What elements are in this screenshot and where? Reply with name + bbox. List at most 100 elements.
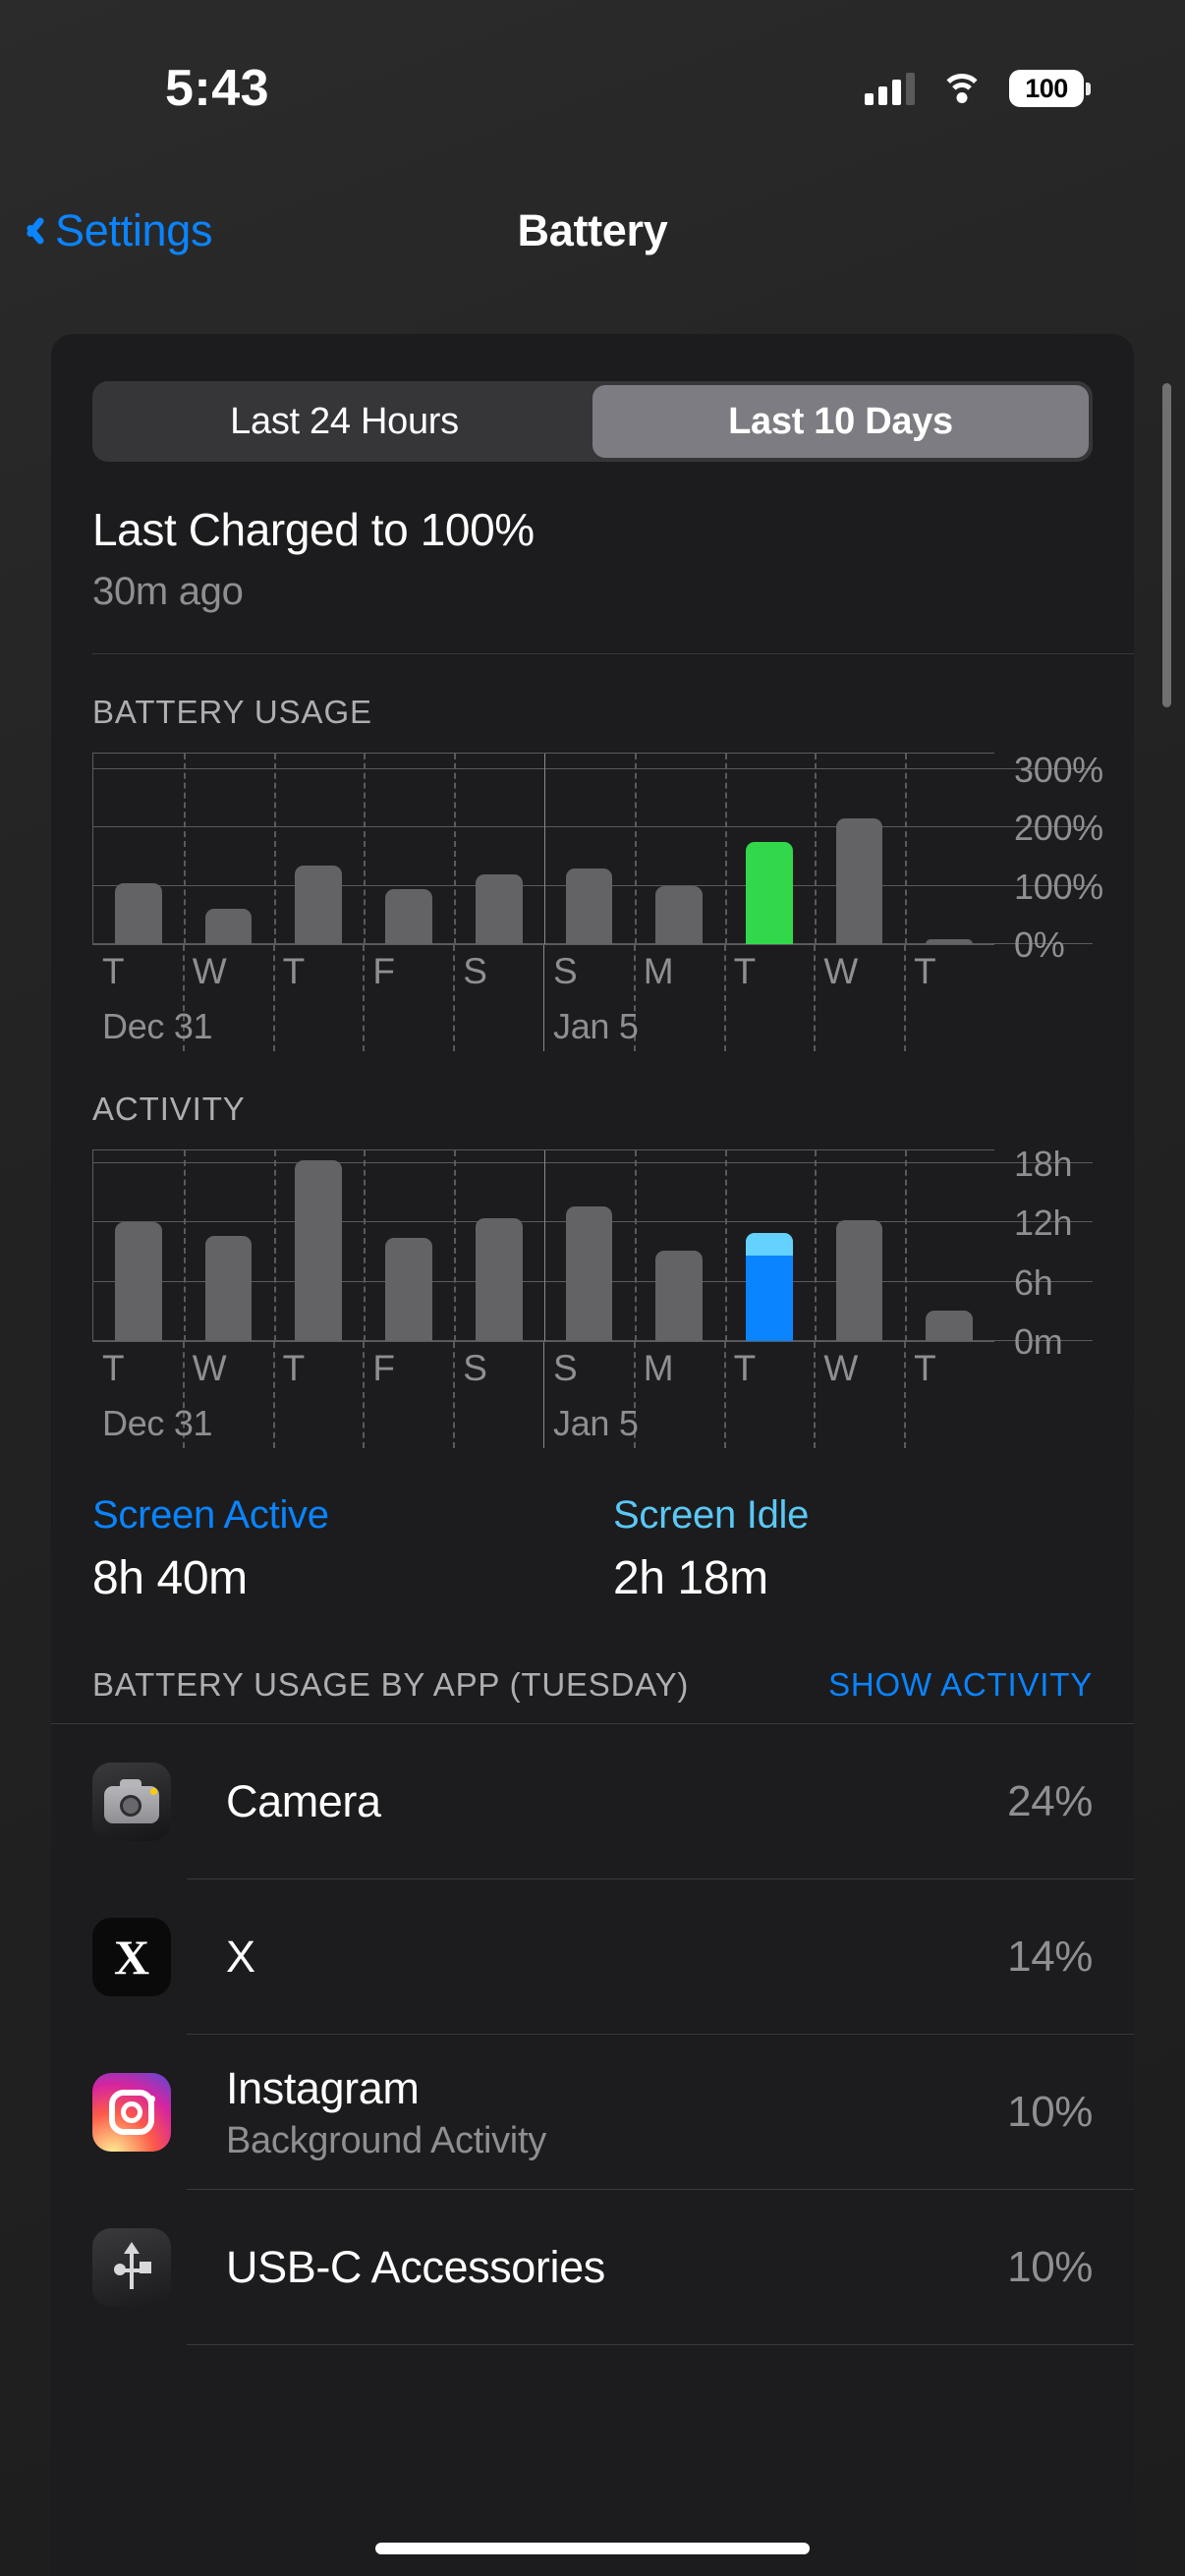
- bar-group: [93, 754, 994, 944]
- x-axis-day-letter: T: [102, 1348, 125, 1388]
- bar-slot[interactable]: [364, 754, 454, 944]
- bar-slot[interactable]: [815, 1150, 905, 1341]
- x-axis-date-label: Jan 5: [553, 1403, 639, 1443]
- x-axis-day-letter: F: [372, 1348, 395, 1388]
- x-axis-day: M: [634, 945, 724, 1051]
- bar-idle-segment: [745, 1232, 793, 1256]
- chart-bar[interactable]: [204, 909, 253, 944]
- back-button[interactable]: Settings: [22, 205, 213, 256]
- bar-slot[interactable]: [544, 754, 635, 944]
- chart-bar[interactable]: [745, 842, 793, 944]
- chart-bar[interactable]: [835, 818, 883, 944]
- app-usage-list: Camera 24% X X 14% Instagram Background Activi…: [51, 1723, 1134, 2345]
- last-charged-subtitle: 30m ago: [92, 570, 244, 613]
- home-indicator[interactable]: [375, 2543, 810, 2554]
- x-axis-day-letter: T: [733, 951, 757, 991]
- y-axis-tick-label: 300%: [1014, 749, 1103, 790]
- x-axis-day-letter: W: [192, 951, 227, 991]
- chart-bar[interactable]: [565, 868, 613, 944]
- bar-slot[interactable]: [724, 754, 815, 944]
- bar-slot[interactable]: [184, 1150, 274, 1341]
- bar-slot[interactable]: [184, 754, 274, 944]
- app-usage-row[interactable]: Instagram Background Activity 10%: [51, 2035, 1134, 2190]
- x-axis-day: S: [453, 945, 543, 1051]
- chart-bar[interactable]: [385, 1238, 432, 1341]
- battery-usage-chart[interactable]: 0% 100% 200% 300%: [92, 750, 1103, 965]
- activity-x-axis: T W T F S S M T W T Dec 31 Jan 5: [92, 1342, 994, 1448]
- status-bar-indicators: 100: [865, 70, 1091, 107]
- bar-slot[interactable]: [454, 1150, 544, 1341]
- x-axis-day-letter: F: [372, 951, 395, 991]
- x-axis-day: T: [724, 945, 815, 1051]
- chart-bar[interactable]: [475, 1218, 523, 1341]
- bar-slot[interactable]: [273, 754, 364, 944]
- app-usage-row[interactable]: X X 14%: [51, 1879, 1134, 2035]
- show-activity-button[interactable]: SHOW ACTIVITY: [828, 1666, 1093, 1704]
- chart-bar[interactable]: [655, 1250, 703, 1341]
- chart-bar[interactable]: [565, 1206, 613, 1341]
- bar-slot[interactable]: [364, 1150, 454, 1341]
- chart-bar[interactable]: [745, 1232, 793, 1341]
- app-usage-row[interactable]: USB-C Accessories 10%: [51, 2190, 1134, 2345]
- x-axis-day: W: [814, 1342, 904, 1448]
- phone-screen: 5:43 100 Settings Battery Last 24 Hours: [0, 0, 1185, 2576]
- screen-active-value: 8h 40m: [92, 1552, 248, 1604]
- y-axis-tick-label: 0m: [1014, 1321, 1063, 1362]
- y-axis-tick-label: 100%: [1014, 866, 1103, 907]
- app-subtitle: Background Activity: [226, 2119, 546, 2161]
- y-axis-tick-label: 12h: [1014, 1203, 1073, 1244]
- bar-slot[interactable]: [904, 754, 994, 944]
- app-name: USB-C Accessories: [226, 2242, 605, 2292]
- chart-bar[interactable]: [295, 1160, 343, 1341]
- bar-slot[interactable]: [454, 754, 544, 944]
- chart-bar[interactable]: [115, 882, 162, 944]
- y-axis-tick-label: 18h: [1014, 1144, 1073, 1185]
- x-axis-day-letter: T: [914, 951, 936, 991]
- segment-last-24-hours[interactable]: Last 24 Hours: [96, 385, 592, 458]
- x-axis-day: F: [363, 1342, 453, 1448]
- bar-slot[interactable]: [904, 1150, 994, 1341]
- chart-bar[interactable]: [204, 1236, 253, 1341]
- bar-slot[interactable]: [634, 1150, 724, 1341]
- bar-slot[interactable]: [273, 1150, 364, 1341]
- x-axis-day: M: [634, 1342, 724, 1448]
- app-name-block: Instagram Background Activity: [226, 2063, 1007, 2162]
- x-axis-day-letter: T: [282, 951, 306, 991]
- bar-slot[interactable]: [93, 1150, 184, 1341]
- chart-bar[interactable]: [295, 865, 343, 944]
- app-usage-percent: 10%: [1007, 2243, 1093, 2291]
- wifi-icon: [940, 72, 984, 105]
- last-charged-block: Last Charged to 100% 30m ago: [92, 503, 1093, 614]
- x-app-icon: X: [92, 1918, 171, 1996]
- chart-bar[interactable]: [655, 885, 703, 944]
- x-axis-day-letter: S: [552, 1348, 578, 1388]
- bar-group: [93, 1150, 994, 1341]
- app-usage-percent: 24%: [1007, 1777, 1093, 1825]
- bar-slot[interactable]: [93, 754, 184, 944]
- activity-chart[interactable]: 0m 6h 12h 18h: [92, 1144, 1093, 1362]
- scrollbar[interactable]: [1162, 383, 1171, 707]
- y-axis-tick-label: 200%: [1014, 808, 1103, 849]
- x-axis-day-letter: T: [733, 1348, 757, 1388]
- status-bar: 5:43 100: [0, 0, 1185, 177]
- screen-idle-label: Screen Idle: [613, 1493, 810, 1537]
- divider: [92, 653, 1134, 654]
- battery-icon: 100: [1009, 70, 1091, 107]
- bar-slot[interactable]: [724, 1150, 815, 1341]
- chart-bar[interactable]: [926, 939, 974, 944]
- chart-bar[interactable]: [475, 873, 523, 944]
- app-usage-row[interactable]: Camera 24%: [51, 1724, 1134, 1879]
- chart-bar[interactable]: [926, 1310, 974, 1341]
- bar-slot[interactable]: [634, 754, 724, 944]
- chart-bar[interactable]: [385, 888, 432, 944]
- bar-slot[interactable]: [815, 754, 905, 944]
- chart-bar[interactable]: [115, 1222, 162, 1341]
- x-axis-day: T: [904, 1342, 994, 1448]
- battery-usage-by-app-header: BATTERY USAGE BY APP (TUESDAY) SHOW ACTI…: [92, 1666, 1093, 1704]
- x-axis-date-label: Dec 31: [102, 1006, 213, 1046]
- chart-bar[interactable]: [835, 1220, 883, 1341]
- bar-slot[interactable]: [544, 1150, 635, 1341]
- usb-c-accessories-icon: [92, 2228, 171, 2307]
- time-range-segmented-control[interactable]: Last 24 Hours Last 10 Days: [92, 381, 1093, 462]
- segment-last-10-days[interactable]: Last 10 Days: [592, 385, 1089, 458]
